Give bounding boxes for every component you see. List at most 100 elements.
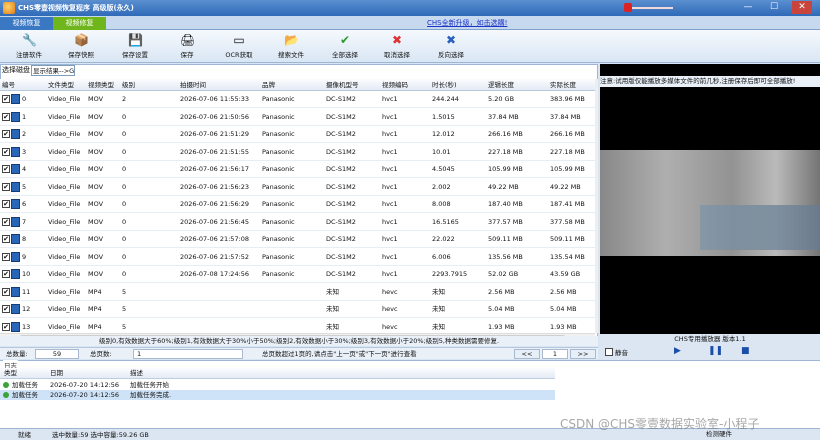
player-controls: 静音 ▶ ❚❚ ■ <box>600 344 820 360</box>
cell-ftype: Video_File <box>48 305 81 313</box>
table-row[interactable]: ✔ 1 Video_File MOV 0 2026-07-06 21:50:56 Panas… <box>0 109 595 126</box>
column-header[interactable]: 拍摄时间 <box>180 79 206 91</box>
maximize-button[interactable]: ☐ <box>764 1 784 14</box>
table-row[interactable]: ✔ 10 Video_File MOV 0 2026-07-08 17:24:56 Pana… <box>0 266 595 283</box>
cell-actual: 1.93 MB <box>550 322 577 331</box>
promo-link[interactable]: CHS全新升级，如击选購! <box>427 18 507 28</box>
toolbar-button-ocr[interactable]: ▭ OCR获取 <box>214 32 264 62</box>
cell-vtype: MOV <box>88 200 104 208</box>
table-row[interactable]: ✔ 8 Video_File MOV 0 2026-07-06 21:57:08 Panas… <box>0 231 595 248</box>
volume-slider-track[interactable] <box>628 7 673 9</box>
toolbar-button-save[interactable]: 🖨 保存 <box>162 32 212 62</box>
column-header[interactable]: 品牌 <box>262 79 275 91</box>
select-disk-tab[interactable]: 选择磁盘 <box>0 65 30 76</box>
row-checkbox[interactable]: ✔ <box>2 287 10 296</box>
cell-codec: hvc1 <box>382 217 398 226</box>
path-display-field[interactable]: 显示结果-->G: <box>31 65 75 76</box>
table-row[interactable]: ✔ 5 Video_File MOV 0 2026-07-06 21:56:23 Panas… <box>0 179 595 196</box>
tab-video-repair[interactable]: 视频修复 <box>53 17 106 30</box>
row-checkbox[interactable]: ✔ <box>2 182 10 191</box>
table-row[interactable]: ✔ 2 Video_File MOV 0 2026-07-06 21:51:29 Panas… <box>0 126 595 143</box>
column-header[interactable]: 文件类型 <box>48 79 74 91</box>
row-checkbox[interactable]: ✔ <box>2 165 10 173</box>
cell-time: 2026-07-06 21:56:29 <box>180 200 250 208</box>
tab-video-recovery[interactable]: 视频恢复 <box>0 17 53 30</box>
close-button[interactable]: ✕ <box>792 1 812 14</box>
row-checkbox[interactable]: ✔ <box>2 235 10 243</box>
row-checkbox[interactable]: ✔ <box>2 112 10 121</box>
register-icon: 🔧 <box>22 33 37 47</box>
volume-slider-handle[interactable] <box>624 3 632 12</box>
cell-brand: Panasonic <box>262 182 295 191</box>
cell-id: 5 <box>22 182 27 191</box>
row-checkbox[interactable]: ✔ <box>2 322 10 331</box>
toolbar-button-invert-select[interactable]: ✖ 反向选择 <box>426 32 476 62</box>
toolbar-button-search-file[interactable]: 📂 搜索文件 <box>266 32 316 62</box>
cell-actual: 5.04 MB <box>550 305 577 313</box>
column-header[interactable]: 实际长度 <box>550 79 576 91</box>
toolbar-button-settings-save[interactable]: 💾 保存设置 <box>110 32 160 62</box>
row-checkbox[interactable]: ✔ <box>2 147 10 156</box>
cell-logical: 266.16 MB <box>488 130 523 138</box>
toolbar-button-label: 保存 <box>180 51 194 59</box>
cell-ftype: Video_File <box>48 182 81 191</box>
file-icon <box>11 304 20 314</box>
cell-codec: hvc1 <box>382 112 398 121</box>
column-header[interactable]: 时长(秒) <box>432 79 457 91</box>
row-checkbox[interactable]: ✔ <box>2 270 10 278</box>
stop-icon[interactable]: ■ <box>741 346 750 356</box>
row-checkbox[interactable]: ✔ <box>2 200 10 208</box>
toolbar-button-label: 搜索文件 <box>278 51 304 59</box>
current-page-field[interactable]: 1 <box>542 349 568 359</box>
cell-actual: 187.41 MB <box>550 200 585 208</box>
cell-id: 1 <box>22 112 27 121</box>
column-header[interactable]: 逻辑长度 <box>488 79 514 91</box>
cell-ftype: Video_File <box>48 112 81 121</box>
table-row[interactable]: ✔ 12 Video_File MP4 5 未知 hevc 未知 5.04 MB 5.04 MB <box>0 301 595 318</box>
cell-codec: hvc1 <box>382 252 398 261</box>
cell-duration: 6.006 <box>432 252 451 261</box>
table-row[interactable]: ✔ 9 Video_File MOV 0 2026-07-06 21:57:52 Panas… <box>0 249 595 266</box>
play-icon[interactable]: ▶ <box>674 346 681 356</box>
table-row[interactable]: ✔ 0 Video_File MOV 2 2026-07-06 11:55:33 Panas… <box>0 91 595 108</box>
toolbar-button-deselect[interactable]: ✖ 取消选择 <box>372 32 422 62</box>
cell-vtype: MP4 <box>88 322 102 331</box>
log-row[interactable]: 加载任务 2026-07-20 14:12:56 加载任务开始 <box>0 380 555 390</box>
row-checkbox[interactable]: ✔ <box>2 305 10 313</box>
toolbar-button-register[interactable]: 🔧 注册软件 <box>4 32 54 62</box>
cell-model: DC-S1M2 <box>326 200 356 208</box>
row-checkbox[interactable]: ✔ <box>2 130 10 138</box>
column-header[interactable]: 摄像机型号 <box>326 79 359 91</box>
paging-hint: 总页数超过1页的,请点击"上一页"或"下一页"进行查看 <box>262 350 417 358</box>
table-row[interactable]: ✔ 13 Video_File MP4 5 未知 hevc 未知 1.93 MB 1.93 MB <box>0 319 595 334</box>
column-header[interactable]: 编号 <box>2 79 15 91</box>
prev-page-button[interactable]: << <box>514 349 540 359</box>
cell-ftype: Video_File <box>48 130 81 138</box>
log-row[interactable]: 加载任务 2026-07-20 14:12:56 加载任务完成. <box>0 390 555 400</box>
toolbar-button-label: OCR获取 <box>225 51 253 59</box>
row-checkbox[interactable]: ✔ <box>2 217 10 226</box>
pause-icon[interactable]: ❚❚ <box>708 346 723 356</box>
cell-model: DC-S1M2 <box>326 165 356 173</box>
row-checkbox[interactable]: ✔ <box>2 95 10 103</box>
mute-checkbox[interactable] <box>605 348 613 356</box>
column-header[interactable]: 视频类型 <box>88 79 114 91</box>
column-header[interactable]: 级别 <box>122 79 135 91</box>
next-page-button[interactable]: >> <box>570 349 596 359</box>
table-row[interactable]: ✔ 7 Video_File MOV 0 2026-07-06 21:56:45 Panas… <box>0 214 595 231</box>
toolbar-button-select-all[interactable]: ✔ 全部选择 <box>320 32 370 62</box>
table-row[interactable]: ✔ 11 Video_File MP4 5 未知 hevc 未知 2.56 MB 2.56 MB <box>0 284 595 301</box>
table-vertical-scrollbar[interactable] <box>595 79 598 333</box>
column-header[interactable]: 视频编码 <box>382 79 408 91</box>
table-row[interactable]: ✔ 6 Video_File MOV 0 2026-07-06 21:56:29 Panas… <box>0 196 595 213</box>
toolbar-button-snapshot[interactable]: 📦 保存快照 <box>56 32 106 62</box>
cell-id: 11 <box>22 287 31 296</box>
row-checkbox[interactable]: ✔ <box>2 252 10 261</box>
file-icon <box>11 199 20 209</box>
cell-brand: Panasonic <box>262 235 295 243</box>
cell-logical: 135.56 MB <box>488 252 523 261</box>
cell-actual: 43.59 GB <box>550 270 581 278</box>
table-row[interactable]: ✔ 4 Video_File MOV 0 2026-07-06 21:56:17 Panas… <box>0 161 595 178</box>
table-row[interactable]: ✔ 3 Video_File MOV 0 2026-07-06 21:51:55 Panas… <box>0 144 595 161</box>
minimize-button[interactable]: — <box>738 1 758 14</box>
